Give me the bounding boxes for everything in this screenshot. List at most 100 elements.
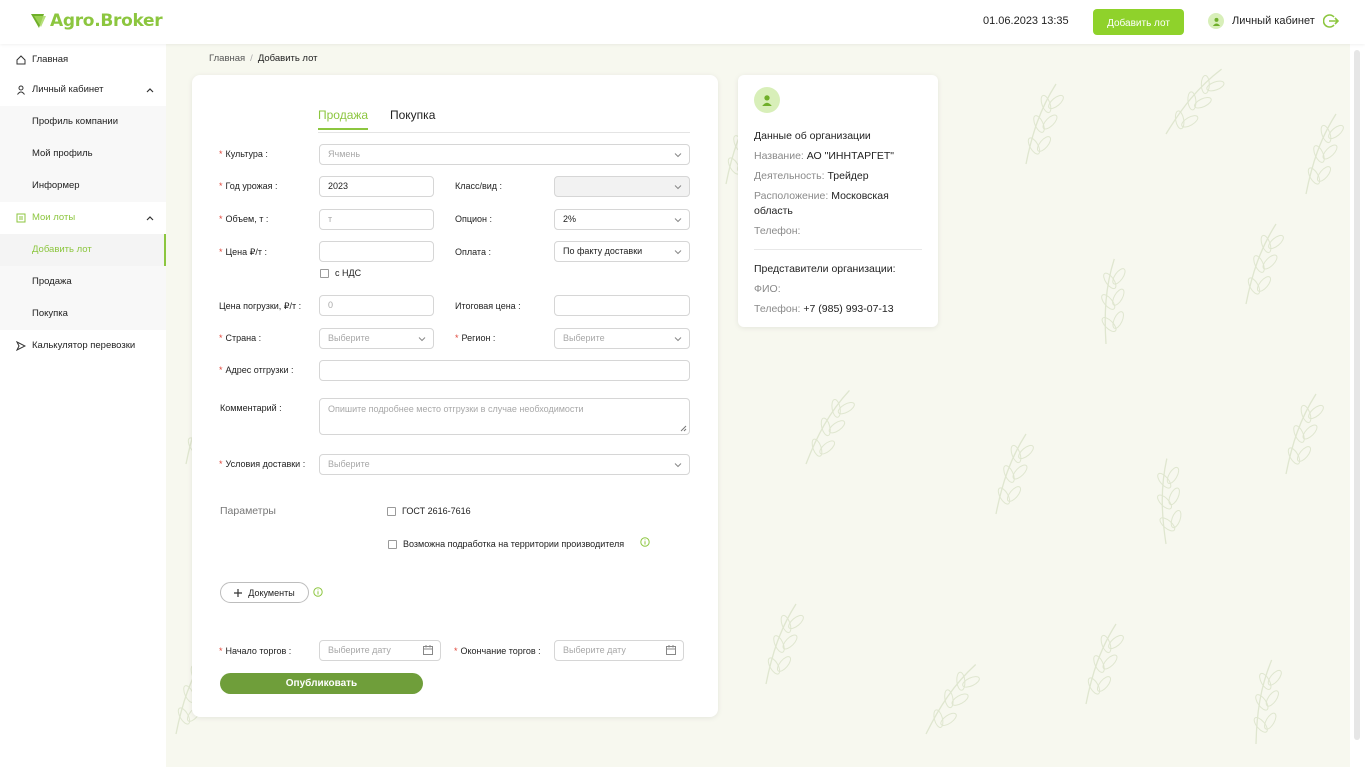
organization-avatar bbox=[754, 87, 780, 113]
add-documents-button[interactable]: Документы bbox=[220, 582, 309, 603]
year-label-text: Год урожая : bbox=[225, 181, 278, 191]
representatives-title: Представители организации: bbox=[754, 263, 896, 275]
loading-price-input[interactable]: 0 bbox=[319, 295, 434, 316]
user-icon bbox=[1212, 17, 1220, 26]
option-select[interactable]: 2% bbox=[554, 209, 690, 230]
sidebar-item-label: Профиль компании bbox=[32, 116, 119, 127]
sidebar-item-label: Личный кабинет bbox=[32, 84, 104, 95]
payment-select[interactable]: По факту доставки bbox=[554, 241, 690, 262]
send-icon bbox=[16, 341, 26, 351]
sidebar-item-informer[interactable]: Информер bbox=[0, 170, 166, 202]
vat-checkbox[interactable] bbox=[320, 269, 329, 278]
chevron-down-icon bbox=[674, 463, 682, 468]
volume-input[interactable]: т bbox=[319, 209, 434, 230]
org-phone-row: Телефон: bbox=[754, 224, 924, 239]
year-input[interactable]: 2023 bbox=[319, 176, 434, 197]
required-mark: * bbox=[219, 247, 223, 257]
chevron-down-icon bbox=[674, 250, 682, 255]
address-input[interactable] bbox=[319, 360, 690, 381]
params-title: Параметры bbox=[220, 505, 276, 517]
user-icon bbox=[17, 85, 25, 95]
price-label-text: Цена ₽/т : bbox=[225, 247, 268, 257]
address-label: * Адрес отгрузки : bbox=[219, 365, 294, 375]
tab-purchase[interactable]: Покупка bbox=[390, 108, 435, 122]
chevron-up-icon bbox=[146, 216, 154, 221]
class-label: Класс/вид : bbox=[455, 181, 503, 191]
org-name-key: Название: bbox=[754, 150, 804, 162]
avatar bbox=[1208, 13, 1224, 29]
total-price-label: Итоговая цена : bbox=[455, 301, 521, 311]
sidebar-item-label: Информер bbox=[32, 180, 80, 191]
gost-checkbox[interactable] bbox=[387, 507, 396, 516]
org-activity-value: Трейдер bbox=[827, 170, 869, 182]
chevron-down-icon bbox=[674, 153, 682, 158]
list-icon bbox=[16, 213, 26, 223]
payment-label: Оплата : bbox=[455, 247, 491, 257]
chevron-up-icon bbox=[146, 88, 154, 93]
breadcrumb-home-link[interactable]: Главная bbox=[209, 53, 245, 64]
start-date-input[interactable]: Выберите дату bbox=[319, 640, 441, 661]
delivery-label: * Условия доставки : bbox=[219, 459, 305, 469]
resize-handle-icon[interactable] bbox=[680, 425, 687, 432]
loading-price-placeholder: 0 bbox=[328, 300, 334, 310]
region-select[interactable]: Выберите bbox=[554, 328, 690, 349]
comment-textarea[interactable]: Опишите подробнее место отгрузки в случа… bbox=[319, 398, 690, 435]
rep-phone-key: Телефон: bbox=[754, 303, 801, 315]
tab-sale[interactable]: Продажа bbox=[318, 108, 369, 130]
class-select[interactable] bbox=[554, 176, 690, 197]
info-icon[interactable] bbox=[313, 587, 323, 597]
sidebar-item-account[interactable]: Личный кабинет bbox=[0, 74, 166, 106]
volume-placeholder: т bbox=[328, 214, 333, 224]
current-datetime: 01.06.2023 13:35 bbox=[983, 15, 1069, 27]
culture-placeholder: Ячмень bbox=[328, 149, 361, 159]
sidebar-item-sale[interactable]: Продажа bbox=[0, 266, 166, 298]
region-placeholder: Выберите bbox=[563, 333, 605, 343]
price-label: * Цена ₽/т : bbox=[219, 247, 267, 258]
logout-icon[interactable] bbox=[1323, 13, 1339, 29]
organization-card: Данные об организации Название: АО "ИННТ… bbox=[738, 75, 938, 327]
sidebar-item-label: Мой профиль bbox=[32, 148, 93, 159]
sidebar-item-label: Добавить лот bbox=[32, 244, 92, 255]
add-lot-button[interactable]: Добавить лот bbox=[1093, 9, 1184, 35]
breadcrumb: Главная / Добавить лот bbox=[209, 53, 318, 64]
required-mark: * bbox=[219, 459, 223, 469]
chevron-down-icon bbox=[418, 337, 426, 342]
sidebar-item-home[interactable]: Главная bbox=[0, 44, 166, 76]
sidebar-item-label: Калькулятор перевозки bbox=[32, 340, 136, 351]
delivery-select[interactable]: Выберите bbox=[319, 454, 690, 475]
sidebar-item-my-lots[interactable]: Мои лоты bbox=[0, 202, 166, 234]
country-placeholder: Выберите bbox=[328, 333, 370, 343]
volume-label-text: Объем, т : bbox=[225, 214, 269, 224]
sidebar-item-transport-calculator[interactable]: Калькулятор перевозки bbox=[0, 330, 166, 362]
divider bbox=[754, 249, 922, 250]
scrollbar-thumb[interactable] bbox=[1354, 50, 1360, 740]
required-mark: * bbox=[219, 149, 223, 159]
year-value: 2023 bbox=[328, 181, 349, 191]
vat-label: с НДС bbox=[335, 268, 362, 278]
info-icon[interactable] bbox=[640, 537, 650, 547]
sidebar: Главная Личный кабинет Профиль компании … bbox=[0, 44, 166, 767]
logo[interactable]: Agro.Broker bbox=[30, 11, 163, 31]
culture-select[interactable]: Ячмень bbox=[319, 144, 690, 165]
end-date-input[interactable]: Выберите дату bbox=[554, 640, 684, 661]
price-input[interactable] bbox=[319, 241, 434, 262]
processing-label: Возможна подработка на территории произв… bbox=[403, 539, 625, 549]
sidebar-item-my-profile[interactable]: Мой профиль bbox=[0, 138, 166, 170]
plus-icon bbox=[234, 588, 243, 597]
sidebar-item-purchase[interactable]: Покупка bbox=[0, 298, 166, 330]
chevron-down-icon bbox=[674, 218, 682, 223]
total-price-input[interactable] bbox=[554, 295, 690, 316]
processing-checkbox[interactable] bbox=[388, 540, 397, 549]
gost-label: ГОСТ 2616-7616 bbox=[402, 506, 471, 516]
publish-button[interactable]: Опубликовать bbox=[220, 673, 423, 694]
option-value: 2% bbox=[563, 214, 577, 224]
country-select[interactable]: Выберите bbox=[319, 328, 434, 349]
sidebar-item-add-lot[interactable]: Добавить лот bbox=[0, 234, 166, 266]
year-label: * Год урожая : bbox=[219, 181, 278, 191]
start-date-label-text: Начало торгов : bbox=[225, 646, 292, 656]
account-link[interactable]: Личный кабинет bbox=[1208, 13, 1315, 29]
comment-placeholder: Опишите подробнее место отгрузки в случа… bbox=[328, 404, 584, 414]
sidebar-item-company-profile[interactable]: Профиль компании bbox=[0, 106, 166, 138]
org-activity-key: Деятельность: bbox=[754, 170, 825, 182]
breadcrumb-current: Добавить лот bbox=[257, 53, 318, 64]
